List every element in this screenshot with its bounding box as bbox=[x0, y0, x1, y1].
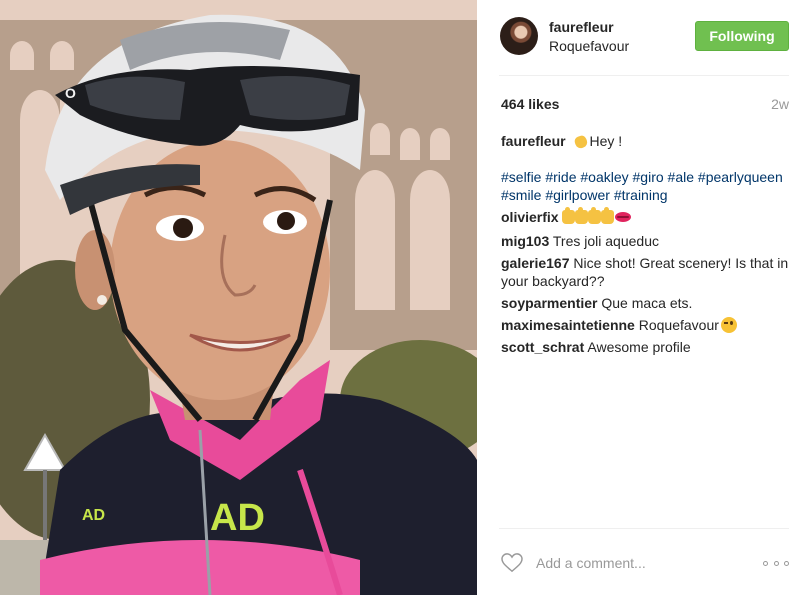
avatar[interactable] bbox=[500, 17, 538, 55]
caption: faurefleur Hey ! bbox=[501, 132, 791, 150]
comment-text: Tres joli aqueduc bbox=[552, 233, 659, 249]
comment-list: faurefleur Hey ! #selfie #ride #oakley #… bbox=[501, 132, 791, 360]
comment-text: Que maca ets. bbox=[601, 295, 693, 311]
svg-text:AD: AD bbox=[82, 507, 105, 524]
post-header: faurefleur Roquefavour Following bbox=[477, 0, 808, 75]
post-timestamp[interactable]: 2w bbox=[771, 96, 789, 112]
comment-text: Awesome profile bbox=[587, 339, 691, 355]
comment-item: mig103 Tres joli aqueduc bbox=[501, 232, 791, 250]
kiss-lips-icon bbox=[615, 212, 632, 222]
waving-hand-icon bbox=[573, 133, 589, 149]
header-divider bbox=[499, 75, 789, 76]
likes-count[interactable]: 464 likes bbox=[501, 96, 559, 112]
comment-item: maximesaintetienne Roquefavour bbox=[501, 316, 791, 334]
selfie-image: AD AD O bbox=[0, 0, 477, 595]
caption-hashtags[interactable]: #selfie #ride #oakley #giro #ale #pearly… bbox=[501, 168, 791, 204]
more-options-icon[interactable] bbox=[763, 558, 789, 568]
post-author-username[interactable]: faurefleur bbox=[549, 19, 614, 35]
winking-face-icon bbox=[720, 317, 737, 333]
caption-author[interactable]: faurefleur bbox=[501, 133, 566, 149]
caption-text: Hey ! bbox=[589, 133, 623, 149]
comment-author[interactable]: scott_schrat bbox=[501, 339, 584, 355]
comment-item: olivierfix bbox=[501, 207, 791, 228]
svg-text:O: O bbox=[65, 85, 76, 101]
add-comment-input[interactable] bbox=[536, 552, 736, 574]
comment-author[interactable]: galerie167 bbox=[501, 255, 570, 271]
comment-author[interactable]: mig103 bbox=[501, 233, 549, 249]
post-detail-panel: faurefleur Roquefavour Following 464 lik… bbox=[477, 0, 808, 595]
comment-text: Roquefavour bbox=[638, 317, 719, 333]
comment-author[interactable]: soyparmentier bbox=[501, 295, 597, 311]
comment-item: soyparmentier Que maca ets. bbox=[501, 294, 791, 312]
comment-item: galerie167 Nice shot! Great scenery! Is … bbox=[501, 254, 791, 290]
footer-divider bbox=[499, 528, 789, 529]
svg-text:AD: AD bbox=[210, 497, 265, 539]
following-button[interactable]: Following bbox=[695, 21, 789, 51]
comment-author[interactable]: olivierfix bbox=[501, 209, 559, 225]
post-location[interactable]: Roquefavour bbox=[549, 38, 629, 54]
clapping-hands-icon bbox=[562, 207, 615, 228]
heart-outline-icon[interactable] bbox=[501, 553, 523, 573]
post-photo[interactable]: AD AD O bbox=[0, 0, 477, 595]
comment-author[interactable]: maximesaintetienne bbox=[501, 317, 635, 333]
comment-item: scott_schrat Awesome profile bbox=[501, 338, 791, 356]
